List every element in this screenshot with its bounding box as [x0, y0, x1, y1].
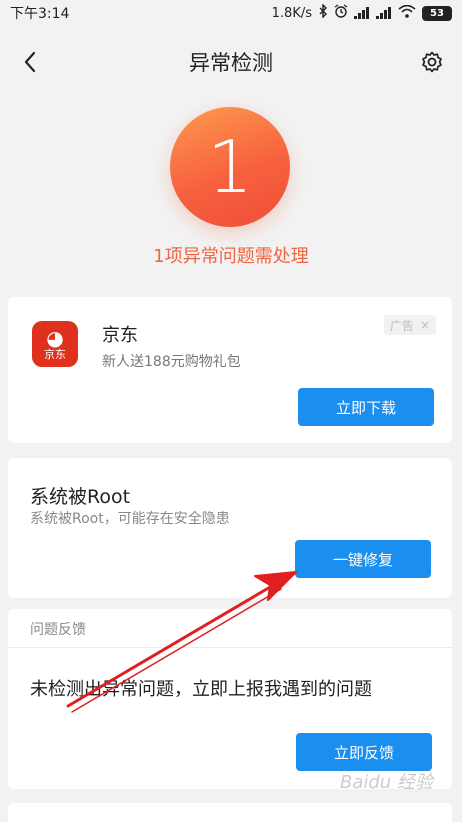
chevron-left-icon [24, 51, 36, 73]
next-card [8, 803, 452, 822]
watermark: Baidu 经验 [340, 772, 433, 793]
ad-app-name: 京东 [102, 325, 138, 346]
back-button[interactable] [14, 46, 46, 78]
ad-badge[interactable]: 广告 × [383, 315, 436, 335]
signal-icon-1 [354, 7, 370, 19]
app-header: 异常检测 [0, 34, 462, 90]
feedback-card: 问题反馈 未检测出异常问题，立即上报我遇到的问题 立即反馈 [8, 609, 452, 789]
battery-indicator: 53 [422, 5, 452, 21]
signal-icon-2 [376, 7, 392, 19]
status-bar: 下午3:14 1.8K/s 53 [0, 0, 462, 26]
issue-summary-text: 1项异常问题需处理 [153, 246, 309, 267]
feedback-header: 问题反馈 [30, 622, 86, 638]
divider [8, 647, 452, 648]
root-warning-card: 系统被Root 系统被Root，可能存在安全隐患 一键修复 [8, 458, 452, 598]
ad-logo-text: 京东 [44, 347, 66, 361]
ad-card[interactable]: ◕ 京东 京东 新人送188元购物礼包 广告 × 立即下载 [8, 297, 452, 443]
status-time: 下午3:14 [10, 6, 70, 22]
settings-button[interactable] [416, 46, 448, 78]
jd-app-logo: ◕ 京东 [32, 321, 78, 367]
issue-count-circle: 1 [170, 107, 290, 227]
one-click-fix-button[interactable]: 一键修复 [295, 540, 431, 578]
download-button[interactable]: 立即下载 [298, 388, 434, 426]
close-icon[interactable]: × [420, 318, 430, 332]
ad-badge-label: 广告 [389, 318, 414, 333]
submit-feedback-button[interactable]: 立即反馈 [296, 733, 432, 771]
gear-icon [422, 51, 442, 73]
jd-dog-icon: ◕ [46, 325, 64, 350]
feedback-text: 未检测出异常问题，立即上报我遇到的问题 [30, 679, 372, 700]
issue-count: 1 [207, 125, 253, 209]
wifi-icon [398, 4, 416, 22]
alarm-icon [334, 4, 348, 22]
ad-description: 新人送188元购物礼包 [102, 354, 241, 370]
bluetooth-icon [318, 3, 328, 22]
root-title: 系统被Root [30, 486, 131, 508]
network-speed: 1.8K/s [271, 5, 312, 21]
root-description: 系统被Root，可能存在安全隐患 [30, 511, 230, 527]
page-title: 异常检测 [189, 51, 273, 75]
status-icons: 1.8K/s 53 [271, 3, 452, 22]
